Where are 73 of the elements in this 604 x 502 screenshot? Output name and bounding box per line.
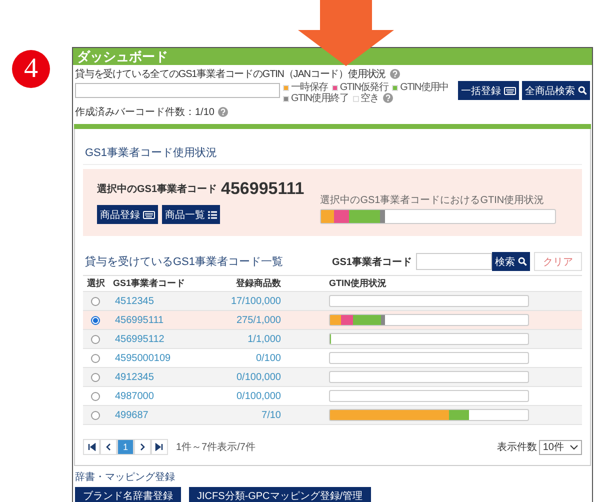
code-link[interactable]: 456995112 bbox=[113, 334, 164, 344]
list-icon bbox=[208, 210, 217, 218]
action-button[interactable]: ブランド名辞書登録 bbox=[75, 487, 181, 502]
code-link[interactable]: 4912345 bbox=[113, 372, 154, 382]
legend-label: GTIN使用中 bbox=[400, 82, 448, 93]
code-search-field[interactable] bbox=[416, 253, 492, 270]
action-button[interactable]: JICFS分類-GPCマッピング登録/管理 bbox=[189, 487, 371, 502]
item-count: 0/100,000 bbox=[236, 390, 281, 402]
selected-code: 456995111 bbox=[221, 179, 304, 199]
code-link[interactable]: 4595000109 bbox=[113, 352, 171, 364]
item-count: 17/100,000 bbox=[230, 296, 281, 306]
clear-button[interactable]: クリア bbox=[534, 252, 582, 271]
selected-code-label: 選択中のGS1事業者コード bbox=[97, 182, 218, 196]
page-size-label: 表示件数 bbox=[496, 440, 537, 454]
search-button[interactable]: 検索 bbox=[492, 252, 530, 271]
code-link[interactable]: 456995111 bbox=[113, 314, 164, 326]
action-button[interactable]: 商品登録 bbox=[97, 205, 158, 224]
item-count: 0/100,000 bbox=[236, 372, 281, 382]
radio-button[interactable] bbox=[91, 316, 100, 324]
first-page-icon bbox=[87, 443, 96, 451]
column-header: GTIN使用状況 bbox=[328, 277, 388, 290]
last-page-icon bbox=[155, 443, 164, 451]
chevron-left-icon bbox=[104, 443, 113, 451]
search-icon bbox=[578, 86, 587, 95]
help-icon[interactable] bbox=[382, 93, 393, 103]
help-icon[interactable] bbox=[218, 107, 228, 117]
filter-label: GS1事業者コード bbox=[332, 256, 412, 268]
overview-label: 貸与を受けている全てのGS1事業者コードのGTIN（JANコード）使用状況 bbox=[75, 68, 386, 81]
page-size-dropdown[interactable]: 10件 bbox=[538, 440, 582, 454]
item-count: 0/100 bbox=[256, 352, 281, 364]
result-summary: 1件～7件表示/7件 bbox=[176, 440, 256, 454]
code-link[interactable]: 499687 bbox=[113, 410, 148, 420]
legend-label: 一時保存 bbox=[291, 82, 328, 93]
toolbar-button[interactable]: 全商品検索 bbox=[522, 81, 590, 100]
header-bar: ダッシュボード bbox=[73, 48, 592, 65]
help-icon[interactable] bbox=[390, 69, 400, 79]
radio-button[interactable] bbox=[91, 372, 100, 382]
page-nav-button[interactable] bbox=[134, 439, 151, 455]
legend-label: GTIN使用終了 bbox=[291, 93, 348, 104]
step-badge: 4 bbox=[12, 50, 50, 88]
radio-button[interactable] bbox=[91, 334, 100, 344]
item-count: 275/1,000 bbox=[236, 314, 281, 326]
legend-label: 空き bbox=[360, 93, 379, 104]
chevron-down-icon bbox=[570, 444, 578, 450]
arrow-icon bbox=[298, 0, 394, 66]
section-title: 貸与を受けているGS1事業者コード一覧 bbox=[84, 254, 284, 270]
search-icon bbox=[518, 257, 527, 266]
radio-button[interactable] bbox=[91, 410, 100, 420]
item-count: 1/1,000 bbox=[248, 334, 281, 344]
radio-button[interactable] bbox=[91, 392, 100, 400]
bar-label: 選択中のGS1事業者コードにおけるGTIN使用状況 bbox=[320, 194, 546, 207]
page-nav-button[interactable] bbox=[151, 439, 168, 455]
column-header: 選択 bbox=[86, 277, 106, 290]
page-nav-button[interactable] bbox=[83, 439, 100, 455]
keyboard-icon bbox=[143, 210, 155, 218]
column-header: 登録商品数 bbox=[236, 277, 281, 290]
item-count: 7/10 bbox=[262, 410, 281, 420]
code-link[interactable]: 4987000 bbox=[113, 390, 154, 402]
section-title: 辞書・マッピング登録 bbox=[75, 470, 176, 484]
column-header: GS1事業者コード bbox=[113, 277, 186, 290]
chevron-right-icon bbox=[138, 443, 147, 451]
input-field[interactable] bbox=[75, 83, 280, 98]
section-title: GS1事業者コード使用状況 bbox=[83, 141, 582, 165]
page-button[interactable]: 1 bbox=[117, 439, 134, 455]
page-nav-button[interactable] bbox=[100, 439, 117, 455]
created-count: 作成済みバーコード件数：1/10 bbox=[75, 106, 214, 119]
action-button[interactable]: 商品一覧 bbox=[162, 205, 220, 224]
code-link[interactable]: 4512345 bbox=[113, 296, 154, 306]
radio-button[interactable] bbox=[91, 354, 100, 362]
toolbar-button[interactable]: 一括登録 bbox=[458, 81, 519, 100]
radio-button[interactable] bbox=[91, 296, 100, 306]
legend-label: GTIN仮発行 bbox=[340, 82, 388, 93]
keyboard-icon bbox=[504, 86, 516, 94]
